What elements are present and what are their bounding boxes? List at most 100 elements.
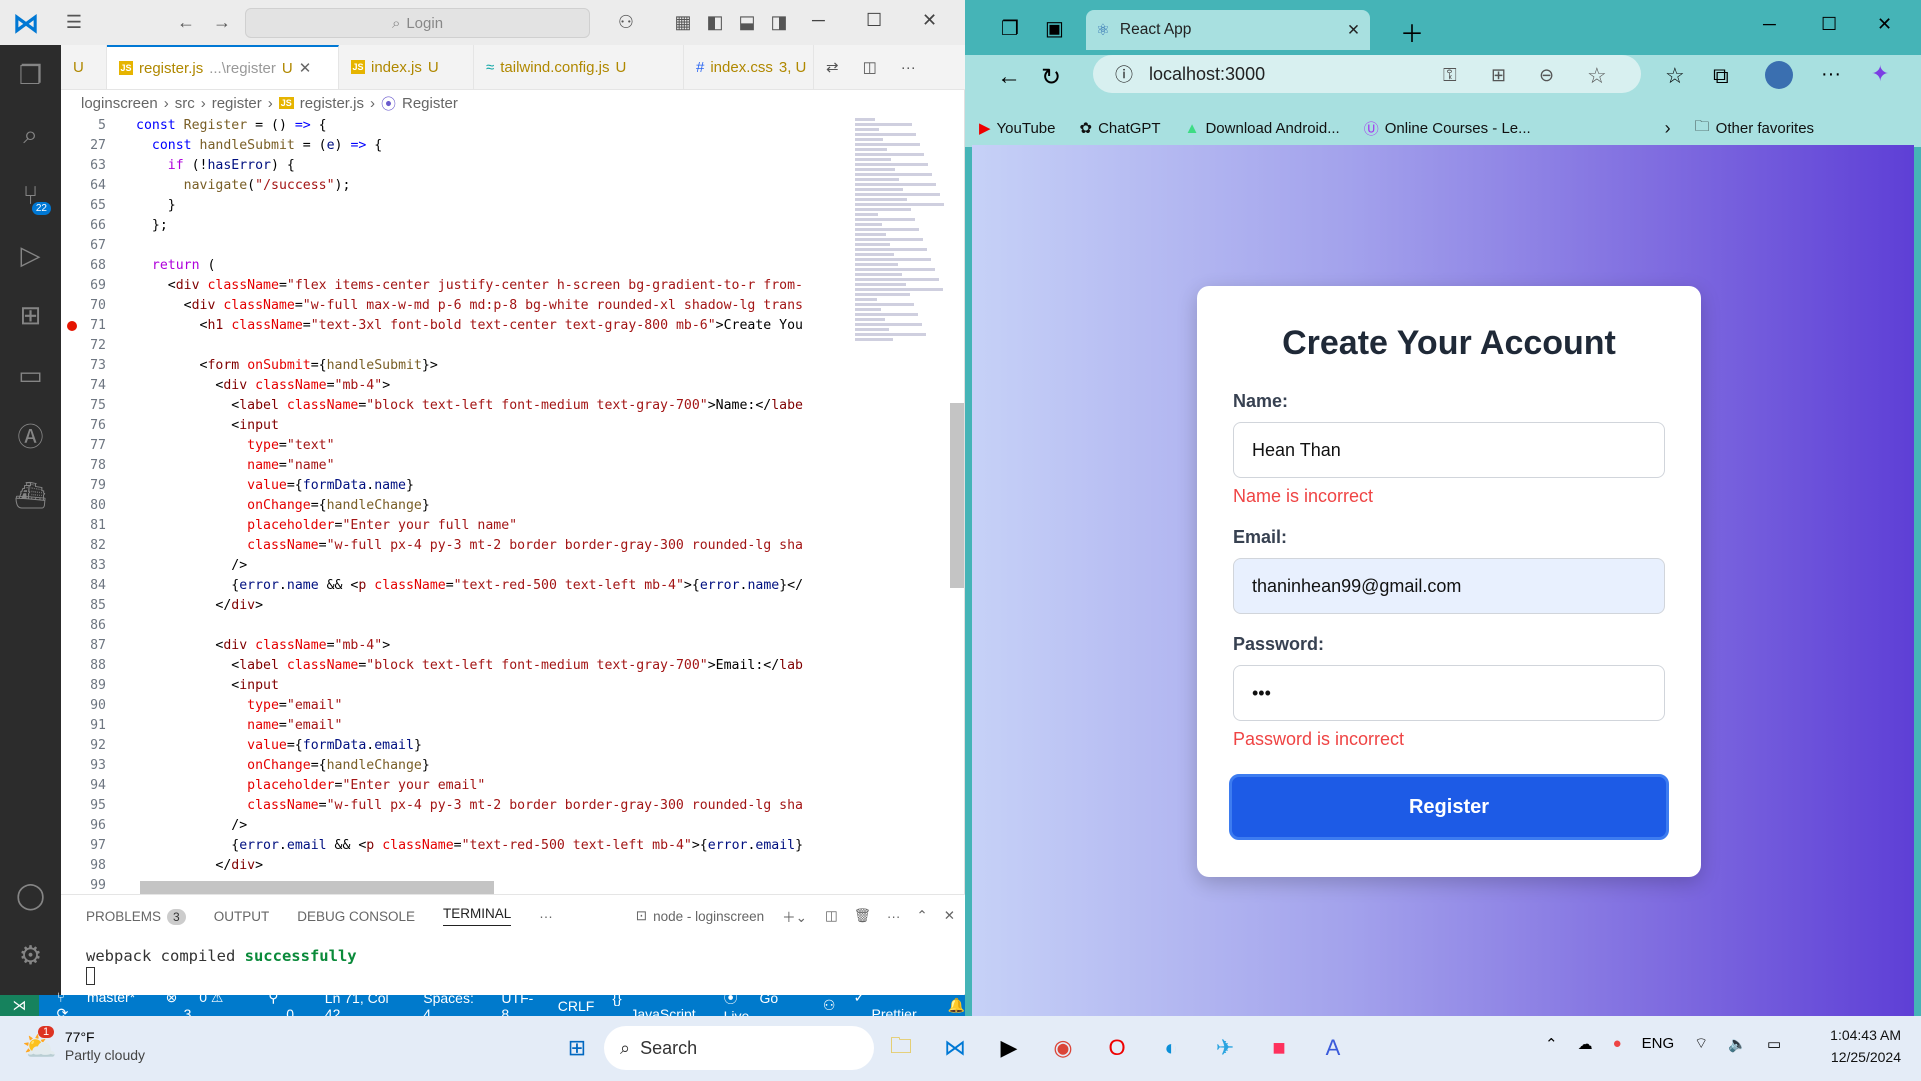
other-favorites[interactable]: 🗀 Other favorites [1695,116,1814,141]
name-field[interactable]: Hean Than [1233,422,1665,478]
vertical-tabs-icon[interactable]: ▣ [1045,16,1064,41]
code-line[interactable]: 83 /> [61,556,851,576]
remote-explorer-icon[interactable]: ▭ [0,345,61,405]
tab-index-js[interactable]: JS index.js U [339,45,474,89]
app-icon[interactable]: A [1312,1027,1354,1069]
code-line[interactable]: 76 <input [61,416,851,436]
code-line[interactable]: 86 [61,616,851,636]
account-icon[interactable]: ◯ [0,865,61,925]
forward-arrow-icon[interactable]: → [204,12,240,33]
close-icon[interactable]: ✕ [922,10,937,31]
copilot-icon[interactable]: ⚇ [608,12,644,33]
chevron-right-icon[interactable]: › [1665,118,1671,139]
favorite-youtube[interactable]: ▶ YouTube [979,119,1056,138]
zoom-icon[interactable]: ⊖ [1539,65,1554,86]
vscode-taskbar-icon[interactable]: ⋈ [934,1027,976,1069]
tab-problems[interactable]: PROBLEMS 3 [86,908,186,925]
horizontal-scrollbar[interactable] [140,881,494,894]
breadcrumb-item[interactable]: loginscreen [81,95,158,112]
eol[interactable]: CRLF [558,998,595,1014]
code-line[interactable]: 75 <label className="block text-left fon… [61,396,851,416]
code-line[interactable]: 81 placeholder="Enter your full name" [61,516,851,536]
vertical-scrollbar[interactable] [950,403,964,588]
more-actions-icon[interactable]: ··· [889,45,928,89]
minimap[interactable] [855,116,950,376]
code-line[interactable]: 63 if (!hasError) { [61,156,851,176]
code-line[interactable]: 91 name="email" [61,716,851,736]
breadcrumb-item[interactable]: src [175,95,195,112]
code-line[interactable]: 27 const handleSubmit = (e) => { [61,136,851,156]
code-line[interactable]: 90 type="email" [61,696,851,716]
clock[interactable]: 1:04:43 AM 12/25/2024 [1830,1024,1901,1068]
code-line[interactable]: 94 placeholder="Enter your email" [61,776,851,796]
new-tab-icon[interactable]: ＋ [1400,14,1424,49]
code-line[interactable]: 85 </div> [61,596,851,616]
terminal-selector[interactable]: ⊡ node - loginscreen [636,908,764,924]
code-line[interactable]: 73 <form onSubmit={handleSubmit}> [61,356,851,376]
tab-register-js[interactable]: JS register.js ...\register U ✕ [107,45,339,89]
weather-widget[interactable]: ⛅ 1 77°F Partly cloudy [22,1025,145,1064]
edge-icon[interactable]: ◐ [1150,1027,1192,1069]
cloud-icon[interactable]: ☁ [1578,1035,1593,1053]
back-arrow-icon[interactable]: ← [168,12,204,33]
trash-icon[interactable]: 🗑 [854,908,871,924]
profile-avatar[interactable] [1765,61,1793,89]
language-indicator[interactable]: ENG [1642,1035,1675,1052]
minimize-icon[interactable]: ─ [812,10,825,31]
split-terminal-icon[interactable]: ◫ [825,908,838,924]
chrome-icon[interactable]: ◉ [1042,1027,1084,1069]
code-line[interactable]: 79 value={formData.name} [61,476,851,496]
breadcrumb-item[interactable]: register.js [300,95,364,112]
code-line[interactable]: 69 <div className="flex items-center jus… [61,276,851,296]
breakpoint-icon[interactable] [67,321,77,331]
docker-icon[interactable]: ⛴ [0,465,61,525]
toggle-sidebar-icon[interactable]: ◧ [697,12,733,33]
menu-icon[interactable]: ☰ [56,12,92,33]
tab-previous[interactable]: U [61,45,107,89]
code-line[interactable]: 82 className="w-full px-4 py-3 mt-2 bord… [61,536,851,556]
new-terminal-icon[interactable]: ＋⌄ [782,906,807,926]
battery-icon[interactable]: ▭ [1767,1035,1781,1053]
code-line[interactable]: 93 onChange={handleChange} [61,756,851,776]
explorer-icon[interactable]: ❐ [0,45,61,105]
apps-icon[interactable]: ⊞ [1491,65,1506,86]
tab-index-css[interactable]: # index.css 3, U [684,45,814,89]
code-line[interactable]: 66 }; [61,216,851,236]
code-line[interactable]: 95 className="w-full px-4 py-3 mt-2 bord… [61,796,851,816]
favorite-online-courses[interactable]: Ⓤ Online Courses - Le... [1364,118,1531,139]
code-editor[interactable]: 5 const Register = () => {27 const handle… [61,116,851,894]
intellij-icon[interactable]: ■ [1258,1027,1300,1069]
code-line[interactable]: 5 const Register = () => { [61,116,851,136]
copilot-status-icon[interactable]: ⚇ [823,997,836,1014]
favorite-star-icon[interactable]: ☆ [1587,63,1607,89]
code-line[interactable]: 71 <h1 className="text-3xl font-bold tex… [61,316,851,336]
code-line[interactable]: 78 name="name" [61,456,851,476]
tab-close-icon[interactable]: ✕ [1347,21,1360,40]
chevron-up-icon[interactable]: ⌃ [1545,1035,1558,1053]
code-line[interactable]: 80 onChange={handleChange} [61,496,851,516]
code-line[interactable]: 74 <div className="mb-4"> [61,376,851,396]
code-line[interactable]: 70 <div className="w-full max-w-md p-6 m… [61,296,851,316]
password-field[interactable]: ••• [1233,665,1665,721]
close-panel-icon[interactable]: ✕ [944,908,955,924]
register-button[interactable]: Register [1229,774,1669,840]
code-line[interactable]: 97 {error.email && <p className="text-re… [61,836,851,856]
maximize-icon[interactable]: ☐ [866,10,882,31]
compare-changes-icon[interactable]: ⇄ [814,45,851,89]
start-icon[interactable]: ⊞ [556,1027,598,1069]
code-line[interactable]: 84 {error.name && <p className="text-red… [61,576,851,596]
more-icon[interactable]: ··· [1821,63,1841,86]
code-line[interactable]: 65 } [61,196,851,216]
remote-icon[interactable]: ⋊ [0,995,39,1016]
maximize-icon[interactable]: ☐ [1821,14,1837,35]
command-center-search[interactable]: ⌕ Login [245,8,590,38]
run-debug-icon[interactable]: ▷ [0,225,61,285]
workspaces-icon[interactable]: ❐ [1001,16,1019,41]
favorite-chatgpt[interactable]: ✿ ChatGPT [1080,119,1161,138]
close-icon[interactable]: ✕ [1877,14,1892,35]
notification-app-icon[interactable]: ● [1613,1035,1622,1052]
code-line[interactable]: 87 <div className="mb-4"> [61,636,851,656]
search-icon[interactable]: ⌕ [0,105,61,165]
telegram-icon[interactable]: ✈ [1204,1027,1246,1069]
notifications-bell-icon[interactable]: 🔔 [948,997,965,1014]
